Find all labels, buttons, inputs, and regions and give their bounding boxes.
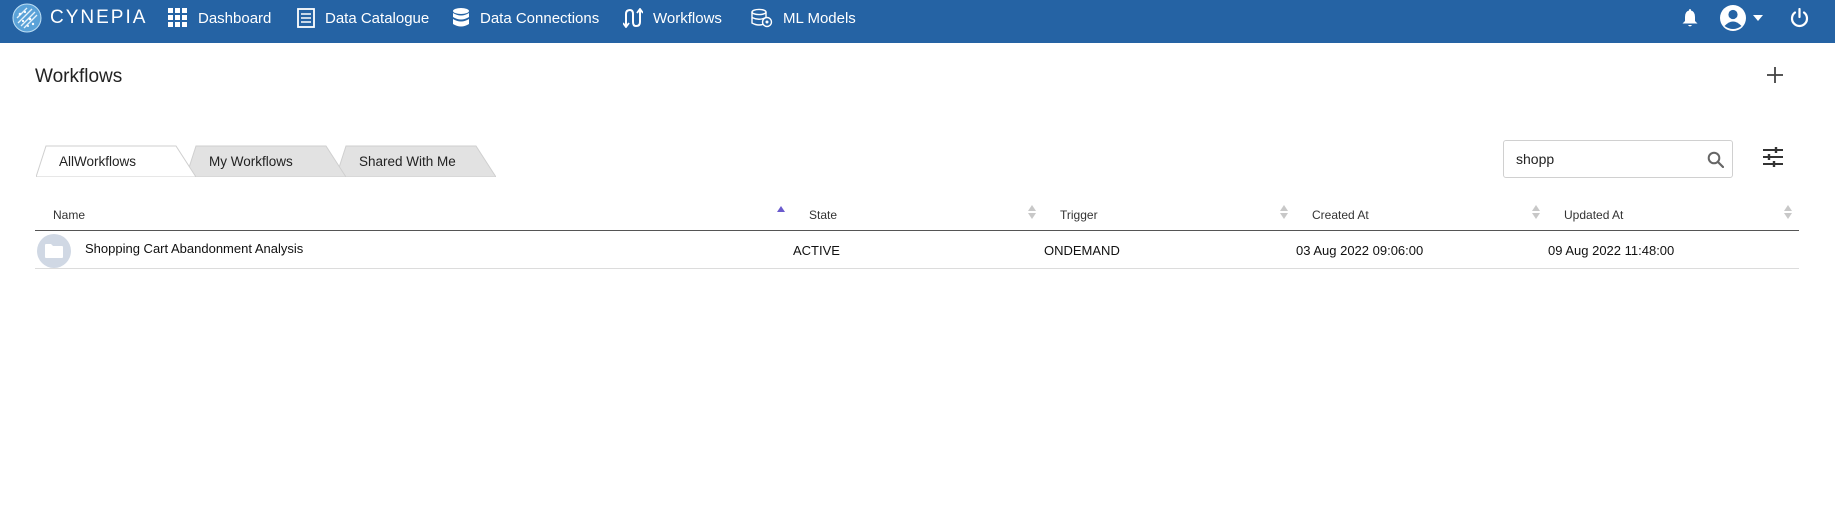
- filter-settings-button[interactable]: [1762, 146, 1784, 168]
- page-title: Workflows: [35, 66, 123, 87]
- nav-data-connections-label: Data Connections: [480, 9, 600, 27]
- nav-data-catalogue-label: Data Catalogue: [325, 9, 430, 27]
- cell-state: ACTIVE: [793, 242, 840, 258]
- grid-icon: [168, 8, 187, 27]
- nav-ml-models[interactable]: ML Models: [751, 6, 856, 30]
- nav-ml-models-label: ML Models: [783, 9, 856, 27]
- add-workflow-button[interactable]: [1764, 64, 1786, 86]
- chevron-down-icon: [1753, 15, 1763, 21]
- table-row[interactable]: Shopping Cart Abandonment Analysis ACTIV…: [35, 231, 1799, 269]
- tab-shared-with-me-label: Shared With Me: [359, 153, 456, 169]
- folder-icon: [45, 244, 63, 258]
- cell-name[interactable]: Shopping Cart Abandonment Analysis: [85, 229, 303, 267]
- power-icon: [1790, 8, 1809, 28]
- brand-name: CYNEPIA: [50, 7, 148, 28]
- sort-icon[interactable]: [1279, 204, 1289, 220]
- account-menu-button[interactable]: [1719, 5, 1763, 31]
- top-navbar: CYNEPIA Dashboard Data Catalogue Data Co…: [0, 0, 1835, 43]
- tab-all-workflows[interactable]: AllWorkflows: [36, 145, 196, 177]
- tab-my-workflows[interactable]: My Workflows: [186, 145, 346, 177]
- tab-shared-with-me[interactable]: Shared With Me: [336, 145, 496, 177]
- account-icon: [1720, 5, 1746, 31]
- cynepia-logo-icon: [12, 3, 42, 33]
- nav-data-connections[interactable]: Data Connections: [452, 6, 599, 30]
- column-header-name[interactable]: Name: [53, 198, 85, 231]
- search-input[interactable]: [1516, 149, 1696, 169]
- ml-model-icon: [751, 8, 773, 28]
- logout-button[interactable]: [1790, 6, 1809, 30]
- tab-all-workflows-label: AllWorkflows: [59, 153, 137, 169]
- search-field[interactable]: [1503, 140, 1733, 178]
- workflows-table: Name State Trigger Created At Updated At…: [35, 198, 1799, 269]
- row-avatar: [37, 234, 71, 268]
- brand-logo[interactable]: CYNEPIA: [12, 3, 147, 33]
- catalogue-icon: [297, 8, 315, 28]
- table-header: Name State Trigger Created At Updated At: [35, 198, 1799, 231]
- tab-my-workflows-label: My Workflows: [209, 153, 293, 169]
- column-header-trigger[interactable]: Trigger: [1060, 198, 1098, 231]
- column-header-state[interactable]: State: [809, 198, 837, 231]
- nav-workflows[interactable]: Workflows: [623, 6, 722, 30]
- search-icon[interactable]: [1707, 151, 1724, 168]
- nav-data-catalogue[interactable]: Data Catalogue: [297, 6, 429, 30]
- sort-icon[interactable]: [1531, 204, 1541, 220]
- cell-created-at: 03 Aug 2022 09:06:00: [1296, 242, 1424, 258]
- sort-icon[interactable]: [1027, 204, 1037, 220]
- sort-ascending-icon[interactable]: [776, 204, 786, 220]
- nav-dashboard-label: Dashboard: [198, 9, 272, 27]
- nav-workflows-label: Workflows: [653, 9, 722, 27]
- nav-dashboard[interactable]: Dashboard: [168, 6, 271, 30]
- notifications-button[interactable]: [1681, 6, 1699, 30]
- column-header-updated-at[interactable]: Updated At: [1564, 198, 1623, 231]
- sort-icon[interactable]: [1783, 204, 1793, 220]
- database-icon: [453, 8, 469, 27]
- cell-updated-at: 09 Aug 2022 11:48:00: [1548, 242, 1675, 258]
- bell-icon: [1682, 9, 1698, 27]
- workflow-icon: [623, 8, 643, 28]
- column-header-created-at[interactable]: Created At: [1312, 198, 1369, 231]
- cell-trigger: ONDEMAND: [1044, 242, 1120, 258]
